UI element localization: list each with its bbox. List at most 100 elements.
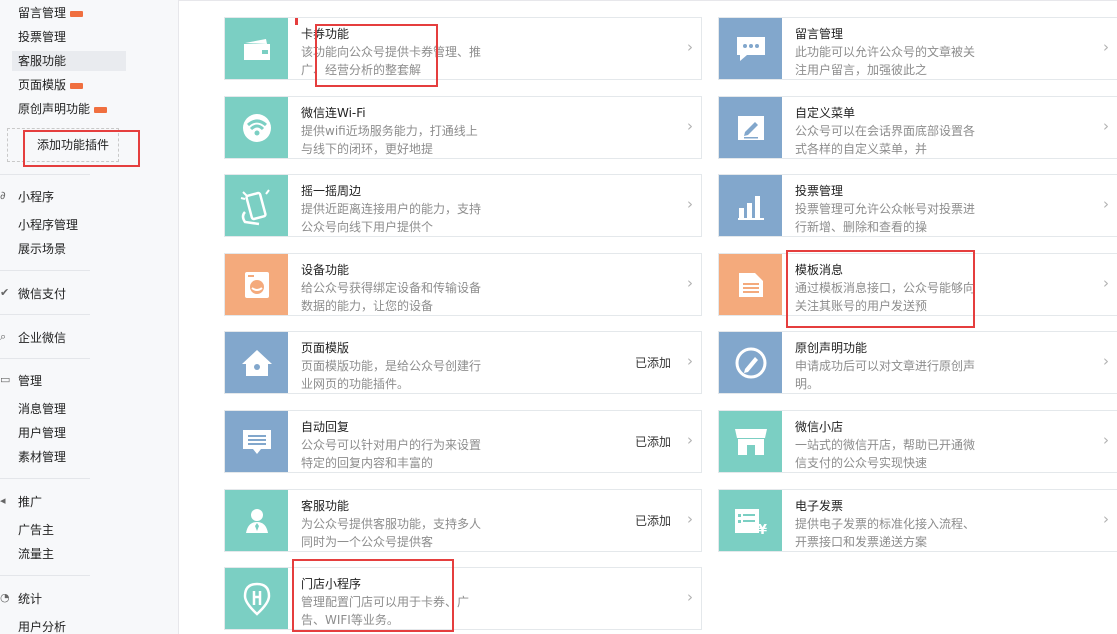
sidebar-item-original-declare[interactable]: 原创声明功能 (18, 99, 108, 119)
pen-circle-icon (719, 332, 782, 393)
plugin-card-vote-manage[interactable]: 投票管理 投票管理可允许公众帐号对投票进行新增、删除和查看的操 › (718, 174, 1117, 237)
sidebar-item-user-manage[interactable]: 用户管理 (18, 423, 66, 443)
chevron-right-icon: › (1103, 431, 1109, 449)
wifi-icon (225, 97, 288, 158)
plugin-card-auto-reply[interactable]: 自动回复 公众号可以针对用户的行为来设置特定的回复内容和丰富的 已添加 › (224, 410, 702, 473)
sidebar-item-message-manage[interactable]: 消息管理 (18, 399, 66, 419)
chevron-right-icon: › (1103, 117, 1109, 135)
plugin-card-title: 投票管理 (795, 184, 844, 198)
plugin-card-shake-nearby[interactable]: 摇一摇周边 提供近距离连接用户的能力，支持公众号向线下用户提供个 › (224, 174, 702, 237)
home-icon (225, 332, 288, 393)
plugin-card-comment-manage[interactable]: 留言管理此功能可以允许公众号的文章被关注用户留言，加强彼此之 › (718, 17, 1117, 80)
edit-icon (719, 97, 782, 158)
sidebar: 留言管理 投票管理 客服功能 页面模版 原创声明功能 添加功能插件 ∂ 小程序 … (0, 0, 179, 634)
plugin-card-title: 模板消息 (795, 263, 844, 277)
sidebar-divider (0, 358, 90, 359)
added-status-label: 已添加 (634, 435, 671, 449)
plugin-card-template-message[interactable]: 模板消息通过模板消息接口，公众号能够向关注其账号的用户发送预 › (718, 253, 1117, 316)
chevron-right-icon: › (687, 195, 693, 213)
invoice-icon: ¥ (719, 490, 782, 551)
plugin-card-custom-menu[interactable]: 自定义菜单公众号可以在会话界面底部设置各式各样的自定义菜单，并 › (718, 96, 1117, 159)
plugin-card-description: 申请成功后可以对文章进行原创声明。 (795, 359, 976, 391)
sidebar-divider (0, 314, 90, 315)
plugin-card-title: 留言管理 (795, 27, 844, 41)
plugin-card-description: 为公众号提供客服功能，支持多人同时为一个公众号提供客 (301, 517, 482, 549)
shake-icon (225, 175, 288, 236)
link-icon: ∂ (0, 189, 6, 202)
sidebar-divider (0, 478, 90, 479)
new-badge (70, 10, 84, 17)
annotation-mark (295, 18, 298, 25)
plugin-card-original-declare[interactable]: 原创声明功能申请成功后可以对文章进行原创声明。 › (718, 331, 1117, 394)
chevron-right-icon: › (1103, 274, 1109, 292)
chevron-right-icon: › (1103, 38, 1109, 56)
plugin-card-description: 该功能向公众号提供卡券管理、推广、经营分析的整套解 (301, 45, 482, 77)
chevron-right-icon: › (687, 352, 693, 370)
chevron-right-icon: › (687, 274, 693, 292)
plugin-card-title: 原创声明功能 (795, 341, 868, 355)
user-icon (225, 490, 288, 551)
plugin-card-page-template[interactable]: 页面模版页面模版功能，是给公众号创建行业网页的功能插件。 已添加 › (224, 331, 702, 394)
plugin-card-wechat-shop[interactable]: 微信小店 一站式的微信开店，帮助已开通微信支付的公众号实现快速 › (718, 410, 1117, 473)
plugin-card-title: 卡券功能 (301, 27, 350, 41)
device-icon (225, 254, 288, 315)
sidebar-item-publisher[interactable]: 流量主 (18, 544, 54, 564)
comment-icon (719, 18, 782, 79)
sidebar-item-user-analysis[interactable]: 用户分析 (18, 617, 66, 634)
message-icon (225, 411, 288, 472)
added-status-label: 已添加 (634, 356, 671, 370)
added-status-label: 已添加 (634, 514, 671, 528)
plugin-card-wifi[interactable]: 微信连Wi-Fi 提供wifi近场服务能力，打通线上与线下的闭环，更好地提 › (224, 96, 702, 159)
plugin-card-description: 此功能可以允许公众号的文章被关注用户留言，加强彼此之 (795, 45, 976, 77)
plugin-card-card-coupon[interactable]: 卡券功能该功能向公众号提供卡券管理、推广、经营分析的整套解 › (224, 17, 702, 80)
plugin-card-title: 门店小程序 (301, 577, 362, 591)
sidebar-item-miniprogram-manage[interactable]: 小程序管理 (18, 215, 78, 235)
sidebar-item-customer-service[interactable]: 客服功能 (12, 51, 126, 71)
plugin-card-description: 提供wifi近场服务能力，打通线上与线下的闭环，更好地提 (301, 124, 478, 156)
new-badge (94, 106, 108, 113)
sidebar-item-scenes[interactable]: 展示场景 (18, 239, 66, 259)
sidebar-item-advertiser[interactable]: 广告主 (18, 520, 54, 540)
search-icon: ⌕ (0, 330, 7, 343)
chevron-right-icon: › (1103, 510, 1109, 528)
plugin-card-description: 给公众号获得绑定设备和传输设备数据的能力，让您的设备 (301, 281, 482, 313)
chevron-right-icon: › (1103, 352, 1109, 370)
shop-icon (719, 411, 782, 472)
plugin-card-e-invoice[interactable]: ¥ 电子发票 提供电子发票的标准化接入流程、开票接口和发票递送方案 › (718, 489, 1117, 552)
add-plugin-button[interactable]: 添加功能插件 (7, 128, 119, 162)
sidebar-item-material-manage[interactable]: 素材管理 (18, 447, 66, 467)
plugin-card-description: 提供电子发票的标准化接入流程、开票接口和发票递送方案 (795, 517, 976, 549)
plugin-card-title: 设备功能 (301, 263, 350, 277)
svg-text:¥: ¥ (758, 523, 767, 536)
sidebar-item-vote-manage[interactable]: 投票管理 (18, 27, 66, 47)
plugin-card-title: 微信小店 (795, 420, 844, 434)
chevron-right-icon: › (687, 38, 693, 56)
plugin-card-customer-service[interactable]: 客服功能 为公众号提供客服功能，支持多人同时为一个公众号提供客 已添加 › (224, 489, 702, 552)
plugin-card-description: 通过模板消息接口，公众号能够向关注其账号的用户发送预 (795, 281, 976, 313)
plugin-card-description: 投票管理可允许公众帐号对投票进行新增、删除和查看的操 (795, 202, 976, 234)
plugin-card-title: 摇一摇周边 (301, 184, 362, 198)
bar-chart-icon (719, 175, 782, 236)
chevron-right-icon: › (687, 117, 693, 135)
new-badge (70, 82, 84, 89)
plugin-card-title: 页面模版 (301, 341, 350, 355)
sidebar-divider (0, 575, 90, 576)
plugin-card-description: 页面模版功能，是给公众号创建行业网页的功能插件。 (301, 359, 482, 391)
card-icon (225, 18, 288, 79)
sidebar-divider (0, 174, 90, 175)
plugin-card-description: 公众号可以在会话界面底部设置各式各样的自定义菜单，并 (795, 124, 976, 156)
plugin-card-description: 公众号可以针对用户的行为来设置特定的回复内容和丰富的 (301, 438, 482, 470)
plugin-card-device[interactable]: 设备功能给公众号获得绑定设备和传输设备数据的能力，让您的设备 › (224, 253, 702, 316)
document-icon (719, 254, 782, 315)
sidebar-divider (0, 270, 90, 271)
plugin-card-title: 客服功能 (301, 499, 350, 513)
promote-icon: ◂ (0, 494, 6, 507)
plugin-card-store-miniprogram[interactable]: 门店小程序管理配置门店可以用于卡券、广告、WIFI等业务。 › (224, 567, 702, 630)
plugin-card-description: 管理配置门店可以用于卡券、广告、WIFI等业务。 (301, 595, 470, 627)
stats-icon: ◔ (0, 591, 10, 604)
store-pin-icon (225, 568, 288, 629)
sidebar-item-page-template[interactable]: 页面模版 (18, 75, 84, 95)
sidebar-item-comment-manage[interactable]: 留言管理 (18, 3, 84, 23)
plugin-card-title: 自定义菜单 (795, 106, 856, 120)
chevron-right-icon: › (687, 588, 693, 606)
